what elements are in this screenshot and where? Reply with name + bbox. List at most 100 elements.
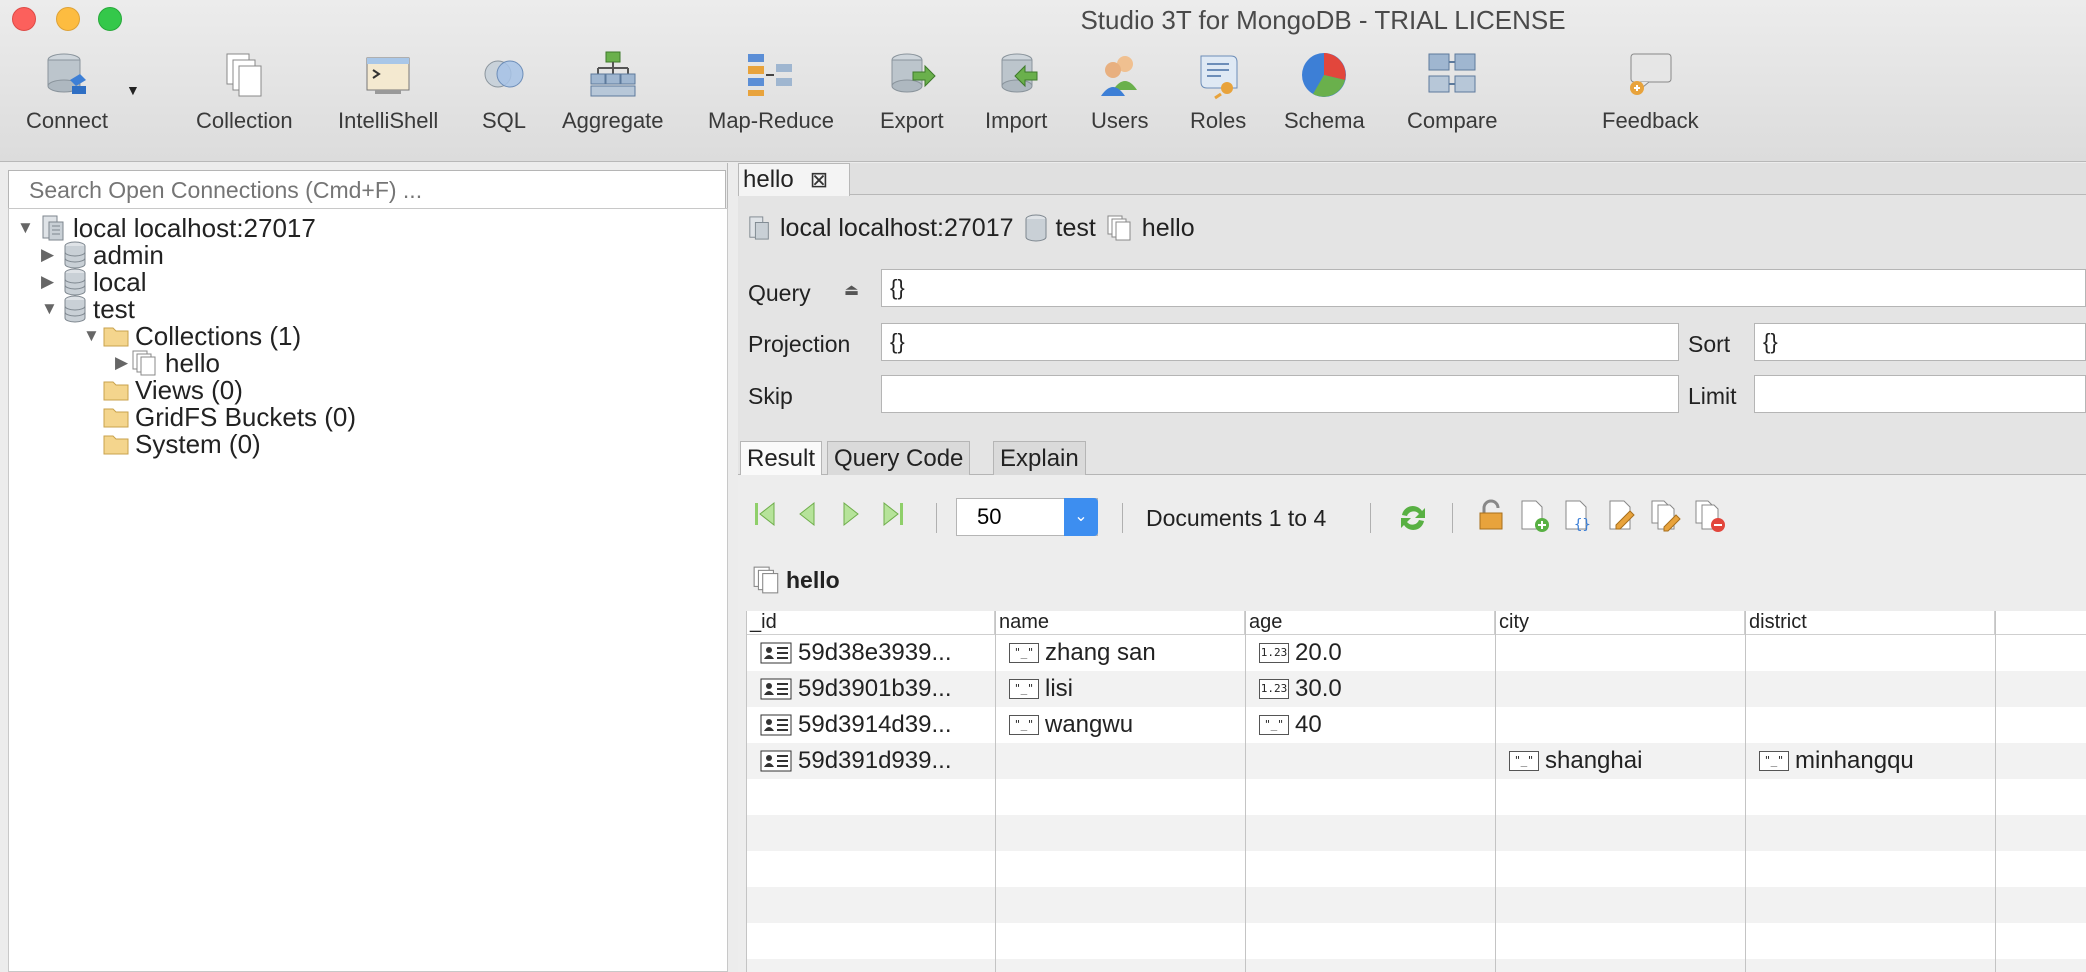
column-header-age[interactable]: age [1245,611,1495,635]
tab-result[interactable]: Result [740,441,823,476]
next-page-icon[interactable] [838,497,864,531]
lock-icon[interactable] [1476,499,1506,533]
connect-dropdown-icon[interactable]: ▼ [126,82,140,98]
cell-id: 59d38e3939... [746,635,951,671]
collection-button[interactable]: Collection [196,50,293,135]
column-header-id[interactable]: _id [746,611,995,635]
map-reduce-label: Map-Reduce [708,108,834,133]
close-tab-icon[interactable]: ⊠ [810,167,828,193]
svg-text:{}: {} [1574,517,1591,533]
compare-button[interactable]: Compare [1407,50,1497,135]
cell-age-value: 20.0 [1295,639,1342,666]
toolbar-separator [1452,503,1453,533]
collapse-triangle-icon[interactable]: ▼ [83,327,100,344]
breadcrumb-collection-label: hello [1141,213,1195,242]
cell-city-value: shanghai [1545,747,1643,774]
sort-label: Sort [1688,331,1731,357]
limit-input[interactable] [1754,375,2086,413]
edit-multiple-documents-icon[interactable] [1650,499,1684,533]
system-label: System (0) [135,428,261,459]
sort-input[interactable] [1754,323,2086,361]
collapse-triangle-icon[interactable]: ▼ [41,300,58,317]
export-button[interactable]: Export [880,50,944,135]
map-reduce-button[interactable]: Map-Reduce [708,50,834,135]
export-icon [891,53,936,93]
server-icon [749,216,769,240]
aggregate-label: Aggregate [562,108,664,133]
import-label: Import [985,108,1048,133]
cell-age: "_" 40 [1245,707,1322,743]
tab-query-code-label: Query Code [834,444,964,472]
import-button[interactable]: Import [985,50,1047,135]
aggregate-button[interactable]: Aggregate [562,50,664,135]
users-label: Users [1091,108,1149,133]
number-type-icon: 1.23 [1259,679,1289,699]
collapse-query-icon[interactable]: ⏏ [844,280,859,300]
column-divider [995,611,996,972]
table-row[interactable]: 59d3901b39... "_" lisi 1.23 30.0 [746,671,2086,707]
collapse-triangle-icon[interactable]: ▼ [17,219,34,236]
breadcrumb-database[interactable]: test [1024,214,1096,243]
breadcrumb-collection[interactable]: hello [1106,214,1195,243]
tab-hello-label: hello [743,166,794,193]
expand-triangle-icon[interactable]: ▶ [41,246,57,263]
tree-node-system[interactable]: System (0) [103,427,261,461]
projection-input[interactable] [881,323,1679,361]
document-id-icon [760,678,792,700]
users-button[interactable]: Users [1091,50,1148,135]
string-type-icon: "_" [1009,715,1039,735]
column-header-district[interactable]: district [1745,611,1995,635]
cell-id-value: 59d3901b39... [798,675,952,702]
expand-triangle-icon[interactable]: ▶ [115,354,131,371]
json-document-icon[interactable]: {} [1562,499,1596,533]
cell-id: 59d3901b39... [746,671,951,707]
column-header-name[interactable]: name [995,611,1245,635]
toolbar-separator [1122,503,1123,533]
column-header-city[interactable]: city [1495,611,1745,635]
feedback-button[interactable]: Feedback [1602,50,1699,135]
cell-name: "_" wangwu [995,707,1133,743]
compare-icon [1428,53,1476,93]
breadcrumb-database-label: test [1055,213,1096,242]
connect-button[interactable]: Connect [26,50,108,135]
chevron-down-icon[interactable]: ⌄ [1064,498,1098,536]
schema-button[interactable]: Schema [1284,50,1365,135]
previous-page-icon[interactable] [794,497,820,531]
search-connections-input[interactable] [8,170,726,210]
first-page-icon[interactable] [752,497,778,531]
last-page-icon[interactable] [880,497,906,531]
tab-query-code[interactable]: Query Code [827,441,971,475]
roles-button[interactable]: Roles [1190,50,1246,135]
refresh-icon[interactable] [1396,501,1430,535]
column-divider [1995,611,1996,972]
delete-documents-icon[interactable] [1694,499,1728,533]
add-document-icon[interactable] [1518,499,1552,533]
window-title-wrap: Studio 3T for MongoDB - TRIAL LICENSE [0,5,2086,36]
empty-row [746,923,2086,959]
string-type-icon: "_" [1759,751,1789,771]
connect-icon [47,53,86,94]
tab-hello[interactable]: hello ⊠ [738,163,850,196]
tab-explain[interactable]: Explain [993,441,1086,475]
sql-button[interactable]: SQL [479,50,529,135]
documents-count: Documents 1 to 4 [1146,505,1327,531]
breadcrumb-connection[interactable]: local localhost:27017 [748,214,1014,243]
compare-label: Compare [1407,108,1498,133]
table-row[interactable]: 59d391d939... "_" shanghai "_" minhangqu [746,743,2086,779]
query-input[interactable] [881,269,2086,307]
column-divider [1745,611,1746,972]
result-tab-strip: Result Query Code Explain [738,437,2086,476]
cell-id: 59d3914d39... [746,707,951,743]
collection-tab-panel: hello ⊠ local localhost:27017 test hello… [738,163,2086,972]
intellishell-button[interactable]: IntelliShell [338,50,438,135]
edit-document-icon[interactable] [1606,499,1640,533]
tab-explain-label: Explain [1000,444,1079,472]
result-collection-header: hello [752,565,840,595]
string-type-icon: "_" [1009,643,1039,663]
table-row[interactable]: 59d38e3939... "_" zhang san 1.23 20.0 [746,635,2086,671]
connection-tree-panel: ▼ local localhost:27017 ▶ admin ▶ [0,163,728,972]
table-row[interactable]: 59d3914d39... "_" wangwu "_" 40 [746,707,2086,743]
skip-input[interactable] [881,375,1679,413]
empty-row [746,815,2086,851]
expand-triangle-icon[interactable]: ▶ [41,273,57,290]
